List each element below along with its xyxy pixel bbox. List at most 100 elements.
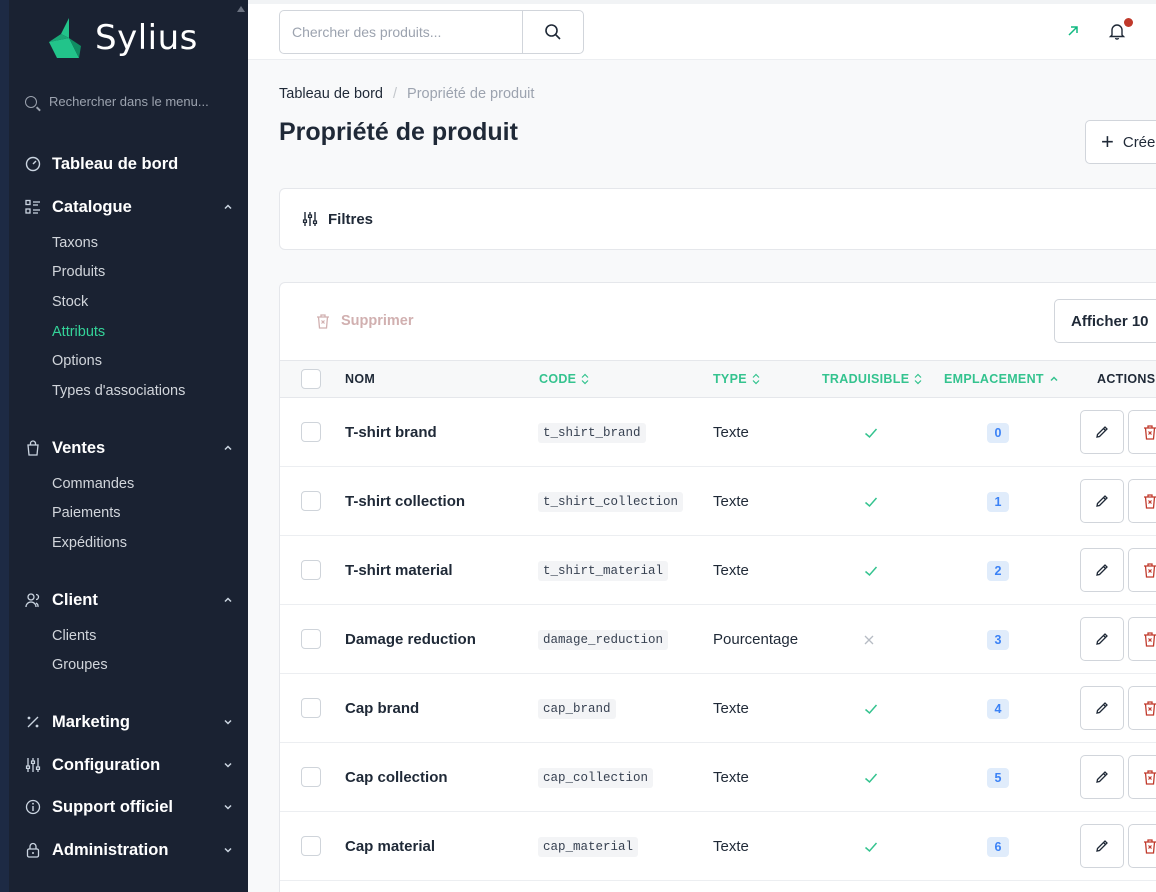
per-page-label: Afficher 10 bbox=[1071, 312, 1149, 330]
breadcrumb-separator: / bbox=[393, 86, 398, 102]
brand-logo[interactable]: Sylius bbox=[47, 16, 198, 60]
sidebar-item-label: Client bbox=[52, 590, 98, 609]
position-badge: 4 bbox=[987, 698, 1009, 719]
select-all-checkbox[interactable] bbox=[301, 369, 321, 389]
product-search-input[interactable]: Chercher des produits... bbox=[279, 10, 523, 54]
breadcrumb-current: Propriété de produit bbox=[407, 86, 535, 102]
pencil-icon bbox=[1096, 564, 1108, 576]
search-icon bbox=[545, 24, 561, 40]
column-header-code-label: CODE bbox=[539, 372, 577, 386]
sidebar-item-label: Marketing bbox=[52, 712, 130, 731]
trash-icon bbox=[1144, 701, 1156, 716]
delete-button[interactable] bbox=[1128, 824, 1156, 868]
create-button-label: Crée bbox=[1122, 133, 1156, 151]
pencil-icon bbox=[1096, 426, 1108, 438]
breadcrumb: Tableau de bord / Propriété de produit bbox=[279, 86, 534, 102]
edit-button[interactable] bbox=[1080, 824, 1124, 868]
translatable-indicator bbox=[863, 467, 879, 536]
sidebar-item-taxons[interactable]: Taxons bbox=[52, 235, 98, 251]
sidebar-item-catalog[interactable]: Catalogue bbox=[25, 194, 233, 220]
column-header-code[interactable]: CODE bbox=[539, 372, 589, 386]
chevron-up-icon bbox=[223, 595, 233, 605]
delete-button[interactable] bbox=[1128, 686, 1156, 730]
row-checkbox[interactable] bbox=[301, 629, 321, 649]
row-checkbox[interactable] bbox=[301, 422, 321, 442]
check-icon bbox=[865, 704, 878, 714]
users-icon bbox=[25, 592, 41, 608]
attribute-type: Texte bbox=[713, 562, 749, 579]
trash-icon bbox=[1144, 425, 1156, 440]
edit-button[interactable] bbox=[1080, 479, 1124, 523]
filters-toggle[interactable]: Filtres bbox=[279, 188, 1156, 250]
row-checkbox[interactable] bbox=[301, 836, 321, 856]
sidebar-item-association-types[interactable]: Types d'associations bbox=[52, 383, 185, 399]
scroll-up-icon[interactable] bbox=[237, 6, 245, 12]
translatable-indicator bbox=[863, 743, 879, 812]
external-link-icon[interactable] bbox=[1066, 24, 1080, 38]
translatable-indicator bbox=[863, 536, 879, 605]
delete-button[interactable] bbox=[1128, 755, 1156, 799]
trash-icon bbox=[1144, 839, 1156, 854]
breadcrumb-home-link[interactable]: Tableau de bord bbox=[279, 86, 383, 102]
trash-icon bbox=[1144, 632, 1156, 647]
edit-button[interactable] bbox=[1080, 755, 1124, 799]
sort-ascending-icon bbox=[1050, 376, 1058, 382]
sidebar-item-dashboard[interactable]: Tableau de bord bbox=[25, 151, 233, 177]
sidebar-item-administration[interactable]: Administration bbox=[25, 837, 233, 863]
column-header-name: NOM bbox=[345, 372, 376, 386]
brand-name: Sylius bbox=[95, 18, 198, 58]
edit-button[interactable] bbox=[1080, 410, 1124, 454]
row-checkbox[interactable] bbox=[301, 698, 321, 718]
sidebar-item-official-support[interactable]: Support officiel bbox=[25, 794, 233, 820]
sidebar-item-products[interactable]: Produits bbox=[52, 264, 105, 280]
create-button[interactable]: + Crée bbox=[1085, 120, 1156, 164]
column-header-translatable-label: TRADUISIBLE bbox=[822, 372, 910, 386]
product-search-button[interactable] bbox=[522, 10, 584, 54]
sidebar-item-attributes[interactable]: Attributs bbox=[52, 324, 105, 340]
column-header-type[interactable]: TYPE bbox=[713, 372, 760, 386]
menu-search[interactable]: Rechercher dans le menu... bbox=[25, 94, 209, 109]
menu-search-placeholder: Rechercher dans le menu... bbox=[49, 94, 209, 109]
check-icon bbox=[865, 497, 878, 507]
cross-icon bbox=[864, 635, 874, 644]
delete-button[interactable] bbox=[1128, 410, 1156, 454]
sidebar-item-clients[interactable]: Clients bbox=[52, 628, 96, 644]
edit-button[interactable] bbox=[1080, 617, 1124, 661]
chevron-down-icon bbox=[223, 802, 233, 812]
edit-button[interactable] bbox=[1080, 686, 1124, 730]
attribute-type: Pourcentage bbox=[713, 631, 799, 648]
sidebar-item-customers-section[interactable]: Client bbox=[25, 587, 233, 613]
position-badge: 2 bbox=[987, 560, 1009, 581]
position-badge: 6 bbox=[987, 836, 1009, 857]
product-search-placeholder: Chercher des produits... bbox=[292, 24, 442, 40]
attribute-code: cap_material bbox=[538, 812, 639, 881]
sidebar-item-options[interactable]: Options bbox=[52, 353, 102, 369]
column-header-translatable[interactable]: TRADUISIBLE bbox=[822, 372, 922, 386]
row-checkbox[interactable] bbox=[301, 767, 321, 787]
per-page-select[interactable]: Afficher 10 bbox=[1054, 299, 1156, 343]
sidebar-item-groups[interactable]: Groupes bbox=[52, 657, 108, 673]
row-checkbox[interactable] bbox=[301, 491, 321, 511]
column-header-position[interactable]: EMPLACEMENT bbox=[944, 372, 1059, 386]
bell-icon[interactable] bbox=[1108, 22, 1126, 40]
sylius-logo-icon bbox=[49, 18, 81, 58]
delete-button[interactable] bbox=[1128, 617, 1156, 661]
sidebar-item-marketing[interactable]: Marketing bbox=[25, 709, 233, 735]
sidebar-item-payments[interactable]: Paiements bbox=[52, 505, 121, 521]
sidebar-item-shipments[interactable]: Expéditions bbox=[52, 535, 127, 551]
position-cell: 5 bbox=[987, 743, 1009, 812]
sidebar-item-sales[interactable]: Ventes bbox=[25, 435, 233, 461]
sidebar-item-orders[interactable]: Commandes bbox=[52, 476, 134, 492]
attribute-type: Texte bbox=[713, 493, 749, 510]
sidebar-item-configuration[interactable]: Configuration bbox=[25, 752, 233, 778]
delete-button[interactable] bbox=[1128, 479, 1156, 523]
attribute-name: T-shirt collection bbox=[345, 493, 466, 510]
catalog-icon bbox=[25, 199, 41, 215]
bulk-delete-button[interactable]: Supprimer bbox=[315, 313, 414, 329]
trash-icon bbox=[1144, 563, 1156, 578]
sidebar-item-stock[interactable]: Stock bbox=[52, 294, 88, 310]
row-checkbox[interactable] bbox=[301, 560, 321, 580]
delete-button[interactable] bbox=[1128, 548, 1156, 592]
dashboard-icon bbox=[25, 156, 41, 172]
edit-button[interactable] bbox=[1080, 548, 1124, 592]
